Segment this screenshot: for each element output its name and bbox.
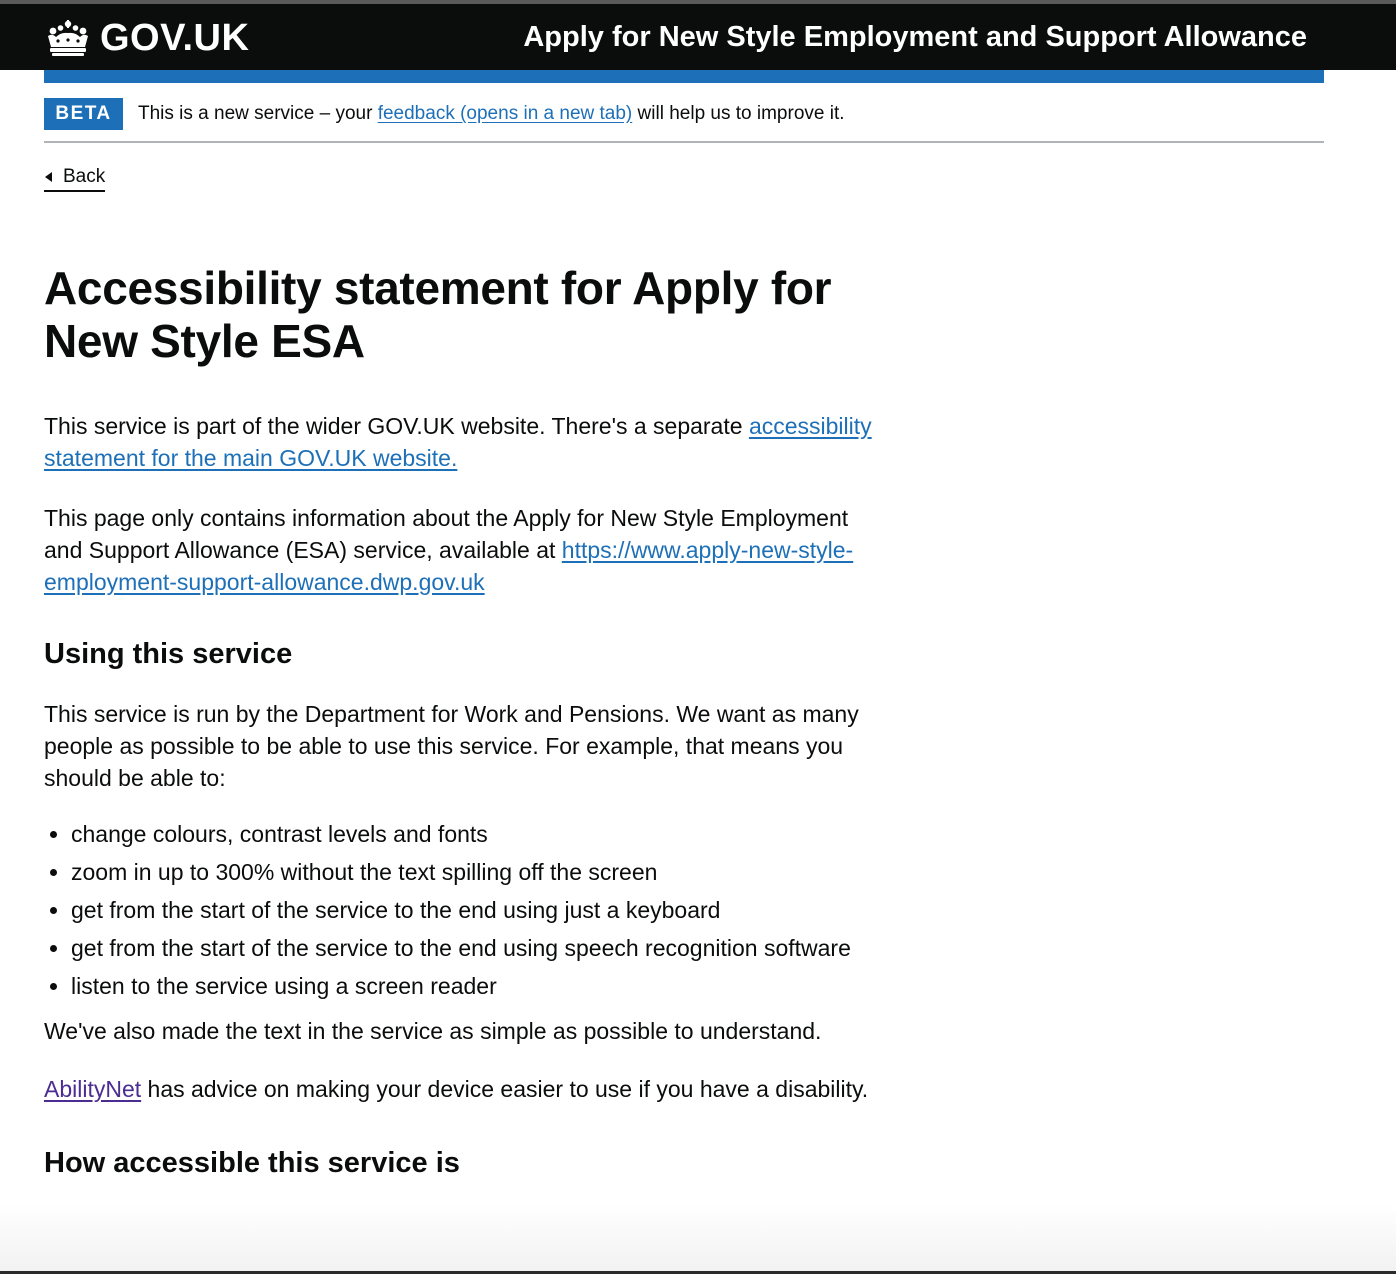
feedback-link[interactable]: feedback (opens in a new tab): [378, 103, 633, 124]
simple-text-paragraph: We've also made the text in the service …: [44, 1018, 822, 1044]
abilities-list: change colours, contrast levels and font…: [44, 818, 884, 1002]
list-item: get from the start of the service to the…: [71, 894, 884, 926]
main-content: Accessibility statement for Apply for Ne…: [44, 262, 884, 1181]
abilitynet-paragraph: AbilityNet has advice on making your dev…: [44, 1073, 884, 1105]
logo-text: GOV.UK: [100, 17, 250, 59]
intro-paragraph: This service is part of the wider GOV.UK…: [44, 410, 884, 474]
using-service-heading: Using this service: [44, 638, 293, 670]
service-name-link[interactable]: Apply for New Style Employment and Suppo…: [523, 19, 1307, 55]
back-link[interactable]: Back: [44, 164, 106, 192]
phase-banner-text: This is a new service – your feedback (o…: [138, 101, 845, 127]
crown-icon: [48, 20, 88, 56]
list-item: get from the start of the service to the…: [71, 932, 884, 964]
abilitynet-link[interactable]: AbilityNet: [44, 1076, 141, 1102]
bottom-shadow: [0, 1204, 1396, 1274]
list-item: zoom in up to 300% without the text spil…: [71, 856, 884, 888]
govuk-logo-link[interactable]: GOV.UK: [44, 16, 249, 60]
page-title: Accessibility statement for Apply for Ne…: [44, 262, 832, 367]
header-blue-bar: [44, 70, 1324, 83]
using-service-paragraph: This service is run by the Department fo…: [44, 701, 859, 791]
list-item: listen to the service using a screen rea…: [71, 970, 884, 1002]
abilitynet-text: has advice on making your device easier …: [141, 1076, 869, 1102]
scope-paragraph: This page only contains information abou…: [44, 502, 884, 598]
beta-tag: BETA: [44, 98, 123, 130]
site-header: GOV.UK Apply for New Style Employment an…: [0, 4, 1396, 70]
triangle-left-icon: [45, 172, 52, 182]
back-link-label: Back: [63, 166, 106, 187]
phase-text-before: This is a new service – your: [138, 103, 378, 124]
how-accessible-heading: How accessible this service is: [44, 1147, 460, 1179]
list-item: change colours, contrast levels and font…: [71, 818, 884, 850]
phase-text-after: will help us to improve it.: [632, 103, 845, 124]
intro-text: This service is part of the wider GOV.UK…: [44, 413, 749, 439]
phase-banner: BETA This is a new service – your feedba…: [44, 97, 1324, 143]
